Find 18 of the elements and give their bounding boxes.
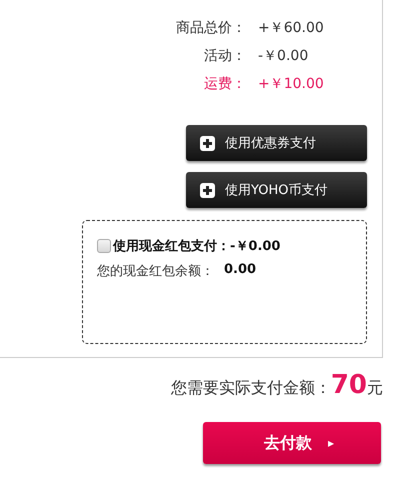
summary-label: 活动： [203,47,246,66]
summary-value: +￥10.00 [258,75,324,94]
total-label: 您需要实际支付金额： [170,378,331,399]
pay-option-button[interactable]: 使用优惠券支付 [186,125,367,161]
balance-label: 您的现金红包余额： [97,263,214,280]
total-amount: 70 [330,370,367,400]
currency-unit: 元 [367,378,383,399]
plus-icon [200,182,215,198]
pay-option-button[interactable]: 使用YOHO币支付 [186,172,367,208]
summary-value: -￥0.00 [258,47,308,66]
summary-label: 商品总价： [175,19,246,38]
checkbox[interactable] [97,239,111,253]
pay-button[interactable]: 去付款 ▸ [203,422,381,464]
summary-label: 运费： [203,75,246,94]
cash-bonus-label: 使用现金红包支付：-￥0.00 [113,238,280,255]
summary-value: +￥60.00 [258,19,324,38]
balance-value: 0.00 [224,262,256,279]
plus-icon [200,136,215,150]
